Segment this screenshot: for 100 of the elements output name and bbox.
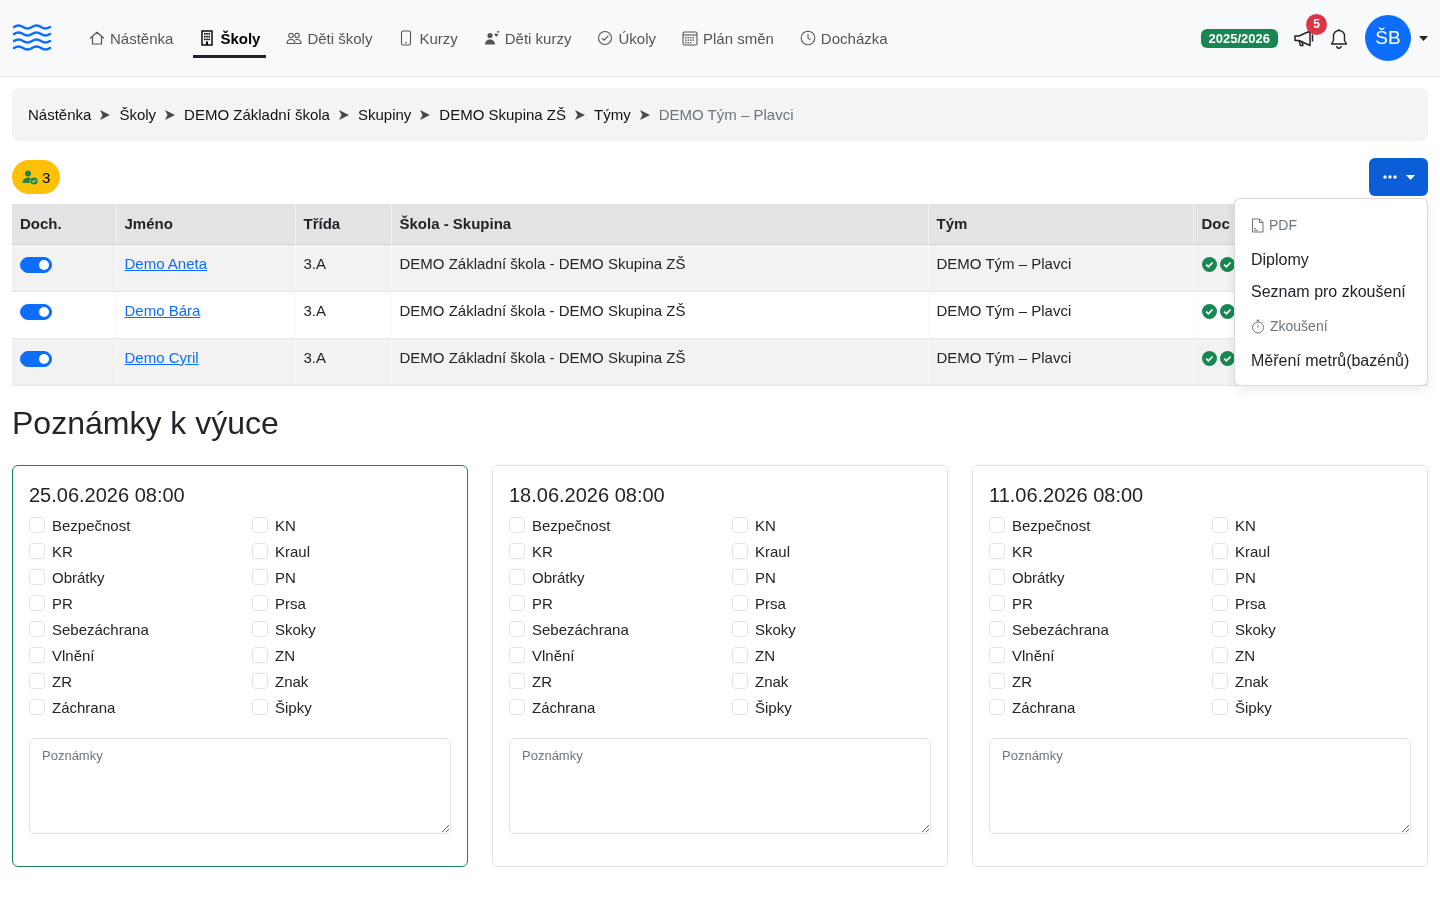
checkbox[interactable] xyxy=(509,517,525,533)
checkbox-label[interactable]: KR xyxy=(1012,542,1033,560)
checkbox-label[interactable]: Obrátky xyxy=(1012,568,1065,586)
notes-field[interactable]: Poznámky xyxy=(29,738,451,834)
nav-link[interactable]: Kurzy xyxy=(392,18,464,58)
checkbox[interactable] xyxy=(732,673,748,689)
checkbox-label[interactable]: Šipky xyxy=(275,698,312,716)
checkbox[interactable] xyxy=(252,673,268,689)
checkbox-label[interactable]: Záchrana xyxy=(1012,698,1076,716)
checkbox-label[interactable]: PN xyxy=(275,568,296,586)
nav-link[interactable]: Děti kurzy xyxy=(477,18,578,58)
checkbox-label[interactable]: PR xyxy=(532,594,553,612)
checkbox[interactable] xyxy=(732,699,748,715)
checkbox[interactable] xyxy=(989,595,1005,611)
student-link[interactable]: Demo Cyril xyxy=(124,349,199,366)
checkbox[interactable] xyxy=(989,517,1005,533)
checkbox[interactable] xyxy=(732,569,748,585)
checkbox-label[interactable]: PR xyxy=(1012,594,1033,612)
notes-field[interactable]: Poznámky xyxy=(989,738,1411,834)
checkbox[interactable] xyxy=(29,621,45,637)
checkbox[interactable] xyxy=(1212,595,1228,611)
checkbox[interactable] xyxy=(509,699,525,715)
checkbox[interactable] xyxy=(509,569,525,585)
checkbox[interactable] xyxy=(989,543,1005,559)
checkbox[interactable] xyxy=(1212,569,1228,585)
checkbox-label[interactable]: Sebezáchrana xyxy=(52,620,149,638)
checkbox[interactable] xyxy=(29,673,45,689)
checkbox[interactable] xyxy=(509,595,525,611)
checkbox[interactable] xyxy=(29,569,45,585)
menu-item[interactable]: Diplomy xyxy=(1235,244,1427,276)
caret-icon[interactable] xyxy=(1419,35,1428,41)
checkbox-label[interactable]: Záchrana xyxy=(52,698,116,716)
breadcrumb-link[interactable]: Týmy xyxy=(594,106,631,123)
checkbox[interactable] xyxy=(509,673,525,689)
checkbox[interactable] xyxy=(1212,543,1228,559)
checkbox[interactable] xyxy=(989,569,1005,585)
checkbox[interactable] xyxy=(509,621,525,637)
waves-logo-icon[interactable] xyxy=(12,24,52,52)
checkbox-label[interactable]: ZN xyxy=(1235,646,1255,664)
checkbox[interactable] xyxy=(29,595,45,611)
checkbox-label[interactable]: Bezpečnost xyxy=(52,516,131,534)
checkbox-label[interactable]: Vlnění xyxy=(52,646,95,664)
checkbox[interactable] xyxy=(732,621,748,637)
student-link[interactable]: Demo Aneta xyxy=(124,255,208,272)
checkbox-label[interactable]: Bezpečnost xyxy=(532,516,611,534)
more-actions-button[interactable] xyxy=(1369,158,1428,196)
checkbox-label[interactable]: Vlnění xyxy=(1012,646,1055,664)
checkbox[interactable] xyxy=(732,595,748,611)
checkbox-label[interactable]: Vlnění xyxy=(532,646,575,664)
checkbox-label[interactable]: ZN xyxy=(755,646,775,664)
checkbox-label[interactable]: Bezpečnost xyxy=(1012,516,1091,534)
checkbox-label[interactable]: Prsa xyxy=(275,594,306,612)
breadcrumb-link[interactable]: DEMO Skupina ZŠ xyxy=(439,106,567,123)
checkbox[interactable] xyxy=(989,673,1005,689)
checkbox[interactable] xyxy=(252,543,268,559)
checkbox[interactable] xyxy=(252,699,268,715)
nav-link[interactable]: Docházka xyxy=(793,18,894,58)
checkbox[interactable] xyxy=(732,543,748,559)
nav-link[interactable]: Úkoly xyxy=(591,18,662,58)
checkbox[interactable] xyxy=(989,621,1005,637)
checkbox-label[interactable]: Znak xyxy=(275,672,309,690)
checkbox-label[interactable]: ZR xyxy=(1012,672,1032,690)
checkbox-label[interactable]: Skoky xyxy=(755,620,796,638)
breadcrumb-link[interactable]: Skupiny xyxy=(357,106,412,123)
checkbox-label[interactable]: Šipky xyxy=(1235,698,1272,716)
student-link[interactable]: Demo Bára xyxy=(124,302,201,319)
checkbox[interactable] xyxy=(252,621,268,637)
checkbox-label[interactable]: KN xyxy=(275,516,296,534)
user-avatar-button[interactable]: ŠB xyxy=(1365,15,1411,61)
checkbox-label[interactable]: Skoky xyxy=(275,620,316,638)
checkbox-label[interactable]: Kraul xyxy=(755,542,791,560)
checkbox-label[interactable]: ZN xyxy=(275,646,295,664)
checkbox-label[interactable]: KR xyxy=(532,542,553,560)
checkbox[interactable] xyxy=(29,647,45,663)
checkbox[interactable] xyxy=(252,647,268,663)
checkbox-label[interactable]: PR xyxy=(52,594,73,612)
checkbox-label[interactable]: KN xyxy=(755,516,776,534)
nav-link[interactable]: Nástěnka xyxy=(83,18,180,58)
checkbox-label[interactable]: Prsa xyxy=(755,594,786,612)
checkbox-label[interactable]: Obrátky xyxy=(52,568,105,586)
checkbox-label[interactable]: ZR xyxy=(52,672,72,690)
bell-icon[interactable] xyxy=(1329,27,1349,49)
checkbox-label[interactable]: Šipky xyxy=(755,698,792,716)
breadcrumb-link[interactable]: Školy xyxy=(119,106,157,123)
checkbox[interactable] xyxy=(732,647,748,663)
notes-field[interactable]: Poznámky xyxy=(509,738,931,834)
checkbox[interactable] xyxy=(1212,673,1228,689)
checkbox-label[interactable]: Prsa xyxy=(1235,594,1266,612)
nav-link[interactable]: Plán směn xyxy=(676,18,780,58)
checkbox[interactable] xyxy=(29,517,45,533)
checkbox[interactable] xyxy=(1212,647,1228,663)
checkbox[interactable] xyxy=(252,517,268,533)
checkbox[interactable] xyxy=(509,543,525,559)
menu-item[interactable]: Měření metrů(bazénů) xyxy=(1235,345,1427,377)
checkbox-label[interactable]: Sebezáchrana xyxy=(532,620,629,638)
checkbox[interactable] xyxy=(1212,621,1228,637)
checkbox[interactable] xyxy=(29,543,45,559)
checkbox-label[interactable]: KR xyxy=(52,542,73,560)
checkbox-label[interactable]: Záchrana xyxy=(532,698,596,716)
checkbox[interactable] xyxy=(989,699,1005,715)
